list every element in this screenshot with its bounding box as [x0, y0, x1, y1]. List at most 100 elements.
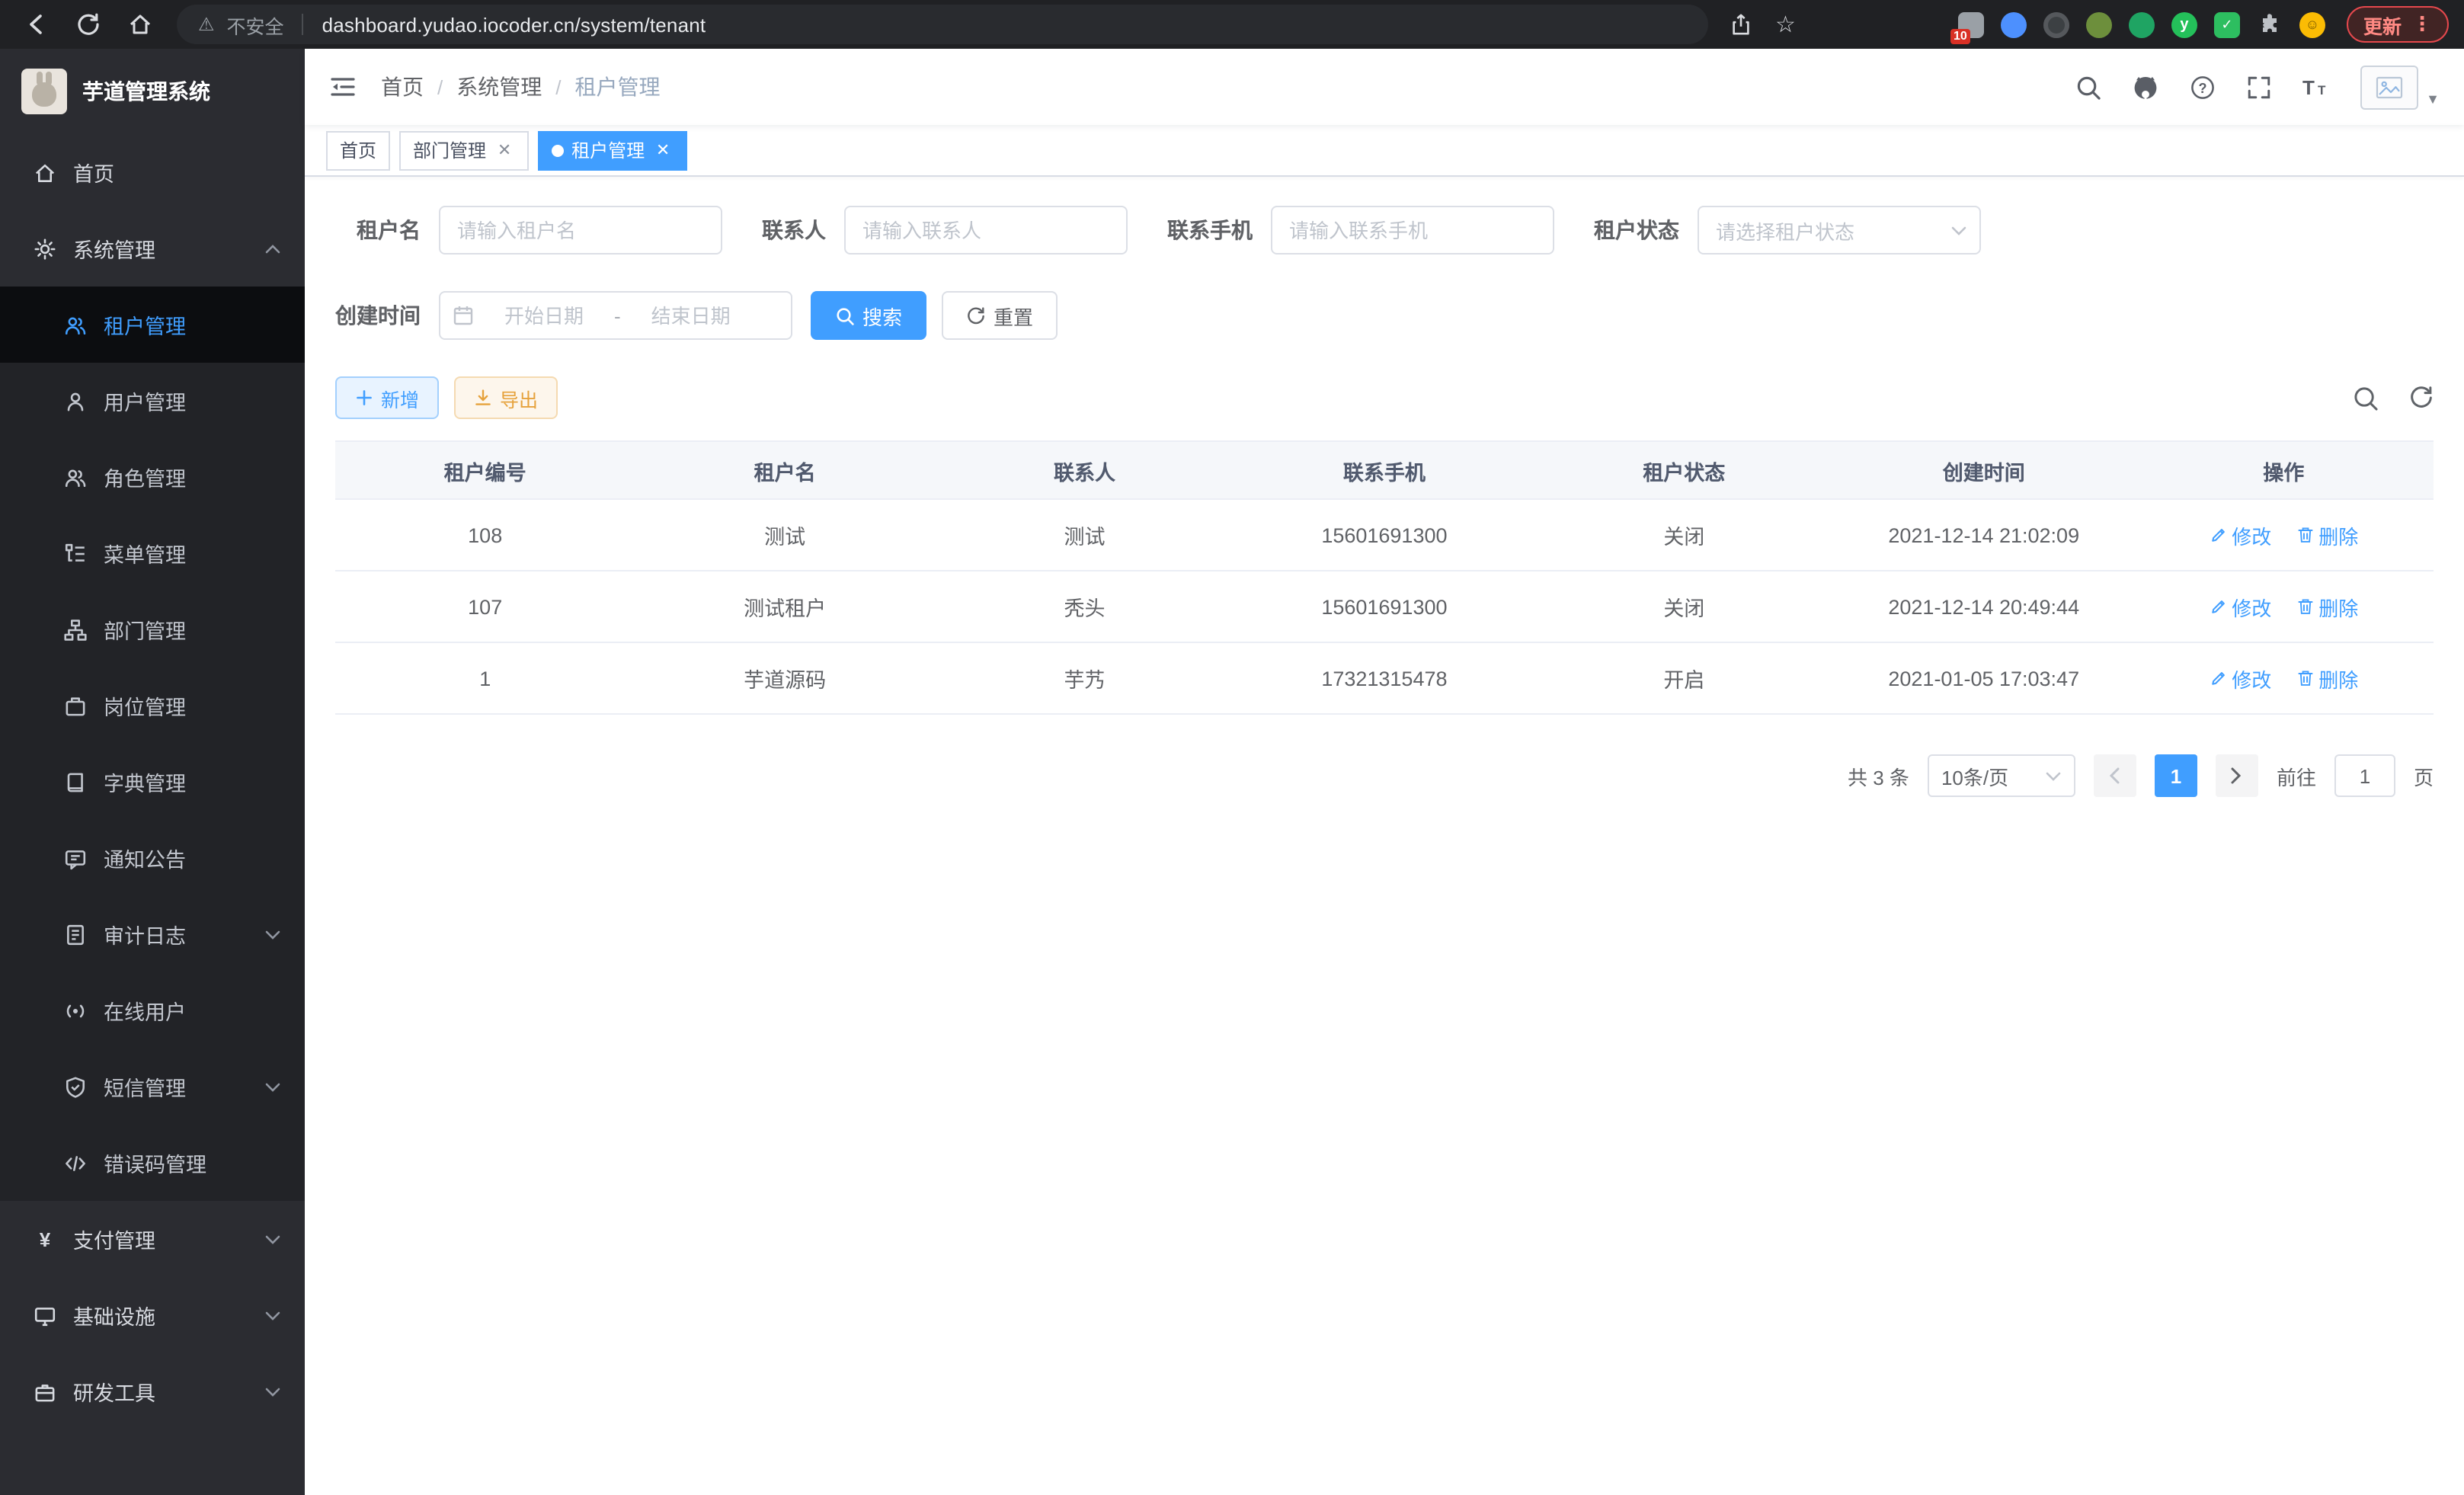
sidebar-item-tenant[interactable]: 租户管理 — [0, 287, 305, 363]
bookmark-star-icon[interactable]: ☆ — [1775, 13, 1796, 36]
tab-tenant[interactable]: 租户管理 ✕ — [538, 130, 687, 170]
sidebar-item-post[interactable]: 岗位管理 — [0, 667, 305, 744]
page-number-1[interactable]: 1 — [2155, 754, 2197, 797]
refresh-table-icon[interactable] — [2409, 386, 2434, 410]
toggle-search-icon[interactable] — [2353, 385, 2379, 411]
contact-input[interactable] — [844, 206, 1128, 255]
share-icon[interactable] — [1730, 12, 1752, 37]
user-avatar[interactable]: ▼ — [2360, 65, 2440, 109]
sidebar-item-online-users[interactable]: 在线用户 — [0, 972, 305, 1048]
sidebar-item-payment[interactable]: ¥ 支付管理 — [0, 1201, 305, 1277]
sidebar-item-home[interactable]: 首页 — [0, 134, 305, 210]
edit-link[interactable]: 修改 — [2209, 664, 2271, 693]
column-header-created: 创建时间 — [1834, 441, 2133, 499]
phone-input[interactable] — [1271, 206, 1554, 255]
security-label[interactable]: 不安全 — [227, 10, 284, 39]
sidebar-item-audit-log[interactable]: 审计日志 — [0, 896, 305, 972]
infrastructure-icon — [34, 1304, 56, 1327]
delete-link[interactable]: 删除 — [2296, 664, 2358, 693]
svg-text:T: T — [2318, 83, 2326, 98]
prev-page-button[interactable] — [2094, 754, 2136, 797]
extensions-area: 10 y ✓ ☺ — [1958, 11, 2325, 37]
close-icon[interactable]: ✕ — [652, 139, 674, 161]
error-code-icon — [64, 1151, 87, 1174]
breadcrumb-separator: / — [437, 75, 443, 98]
reset-button[interactable]: 重置 — [942, 291, 1058, 340]
chrome-menu-icon[interactable]: ⋮ — [2412, 12, 2432, 37]
browser-update-button[interactable]: 更新 ⋮ — [2347, 6, 2449, 43]
tenant-icon — [64, 313, 87, 336]
breadcrumb-system[interactable]: 系统管理 — [456, 72, 542, 102]
column-header-name: 租户名 — [635, 441, 934, 499]
sidebar-fold-icon[interactable] — [329, 73, 357, 101]
breadcrumb: 首页 / 系统管理 / 租户管理 — [381, 72, 661, 102]
sidebar-item-label: 通知公告 — [104, 843, 186, 873]
top-navbar: 首页 / 系统管理 / 租户管理 ? — [305, 49, 2464, 125]
chevron-down-icon — [265, 929, 280, 940]
url-text[interactable]: dashboard.yudao.iocoder.cn/system/tenant — [322, 13, 706, 36]
logo-area[interactable]: 芋道管理系统 — [0, 49, 305, 134]
breadcrumb-current: 租户管理 — [575, 72, 661, 102]
sidebar-item-dept[interactable]: 部门管理 — [0, 591, 305, 667]
sidebar-item-user[interactable]: 用户管理 — [0, 363, 305, 439]
add-button[interactable]: 新增 — [335, 376, 439, 419]
profile-avatar-icon[interactable]: ☺ — [2299, 11, 2325, 37]
end-date-input[interactable] — [627, 304, 755, 327]
header-search-icon[interactable] — [2075, 74, 2101, 100]
cell-phone: 17321315478 — [1234, 642, 1534, 714]
search-button[interactable]: 搜索 — [811, 291, 926, 340]
fullscreen-icon[interactable] — [2246, 74, 2272, 100]
extension-icon-3[interactable] — [2043, 11, 2069, 37]
sidebar-item-error-code[interactable]: 错误码管理 — [0, 1125, 305, 1201]
help-icon[interactable]: ? — [2190, 74, 2216, 100]
cell-id: 1 — [335, 642, 635, 714]
extension-icon-7[interactable]: ✓ — [2214, 11, 2240, 37]
github-icon[interactable] — [2132, 73, 2159, 101]
close-icon[interactable]: ✕ — [494, 139, 515, 161]
address-bar[interactable]: ⚠ 不安全 dashboard.yudao.iocoder.cn/system/… — [177, 5, 1708, 44]
extension-icon-1[interactable]: 10 — [1958, 11, 1984, 37]
export-button-label: 导出 — [500, 383, 538, 412]
extension-icon-5[interactable] — [2129, 11, 2155, 37]
page-size-select[interactable]: 10条/页 — [1928, 754, 2075, 797]
tab-label: 租户管理 — [571, 137, 645, 163]
font-size-icon[interactable]: TT — [2302, 75, 2330, 99]
next-page-button[interactable] — [2216, 754, 2258, 797]
tenant-name-input[interactable] — [439, 206, 722, 255]
tab-dept[interactable]: 部门管理 ✕ — [399, 130, 529, 170]
update-label: 更新 — [2363, 10, 2402, 39]
goto-page-input[interactable] — [2334, 754, 2395, 797]
extension-icon-2[interactable] — [2001, 11, 2027, 37]
reload-icon[interactable] — [76, 12, 101, 37]
create-time-range-picker[interactable]: - — [439, 291, 792, 340]
start-date-input[interactable] — [480, 304, 608, 327]
chevron-up-icon — [265, 243, 280, 254]
sidebar-item-dev-tools[interactable]: 研发工具 — [0, 1353, 305, 1429]
export-button[interactable]: 导出 — [454, 376, 558, 419]
home-icon[interactable] — [128, 12, 152, 37]
cell-status: 关闭 — [1534, 571, 1834, 642]
tab-home[interactable]: 首页 — [326, 130, 390, 170]
delete-link[interactable]: 删除 — [2296, 592, 2358, 621]
sidebar-item-infrastructure[interactable]: 基础设施 — [0, 1277, 305, 1353]
status-select[interactable]: 请选择租户状态 — [1698, 206, 1981, 255]
extension-icon-6[interactable]: y — [2171, 11, 2197, 37]
back-icon[interactable] — [24, 12, 49, 37]
sidebar-item-label: 岗位管理 — [104, 690, 186, 721]
roles-icon — [64, 466, 87, 488]
sidebar-item-menu[interactable]: 菜单管理 — [0, 515, 305, 591]
edit-link[interactable]: 修改 — [2209, 520, 2271, 549]
dictionary-icon — [64, 770, 87, 793]
sidebar-item-system[interactable]: 系统管理 — [0, 210, 305, 287]
sidebar-item-role[interactable]: 角色管理 — [0, 439, 305, 515]
sidebar-item-dict[interactable]: 字典管理 — [0, 744, 305, 820]
sidebar-item-notice[interactable]: 通知公告 — [0, 820, 305, 896]
extension-icon-4[interactable] — [2086, 11, 2112, 37]
breadcrumb-home[interactable]: 首页 — [381, 72, 424, 102]
puzzle-extensions-icon[interactable] — [2257, 11, 2283, 37]
sidebar-item-label: 用户管理 — [104, 386, 186, 416]
delete-link[interactable]: 删除 — [2296, 520, 2358, 549]
edit-link[interactable]: 修改 — [2209, 592, 2271, 621]
cell-contact: 测试 — [935, 499, 1234, 571]
sidebar-item-sms[interactable]: 短信管理 — [0, 1048, 305, 1125]
